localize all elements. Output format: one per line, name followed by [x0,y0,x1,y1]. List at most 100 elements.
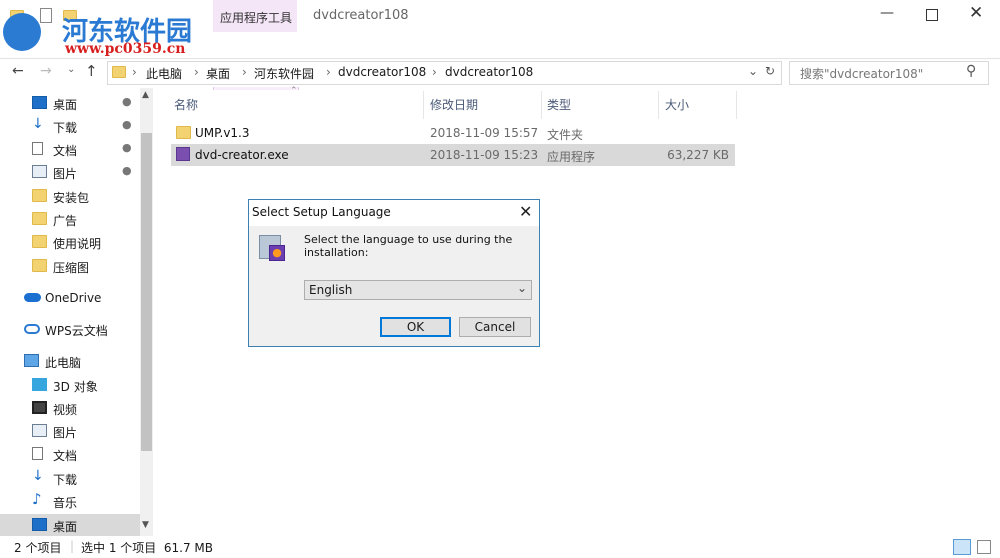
ok-button[interactable]: OK [380,317,451,337]
close-icon[interactable]: ✕ [519,202,532,221]
language-select[interactable]: English ⌄ [304,280,532,300]
chevron-right-icon: › [132,65,137,79]
file-type: 应用程序 [547,150,596,164]
nav-item-label: 图片 [53,426,78,440]
close-icon[interactable]: ✕ [969,3,983,23]
column-divider[interactable] [541,91,542,119]
file-date: 2018-11-09 15:57 [430,126,539,140]
watermark-site-url: www.pc0359.cn [65,41,186,57]
nav-item-label: 桌面 [53,520,78,534]
status-bar: 2 个项目 | 选中 1 个项目 61.7 MB [0,536,1000,558]
breadcrumb-folder-2[interactable]: dvdcreator108 [445,65,533,79]
back-icon[interactable]: ← [12,63,24,79]
folder-icon [112,66,126,78]
scroll-down-icon[interactable]: ▼ [142,520,149,530]
column-date[interactable]: 修改日期 [430,96,478,113]
column-name[interactable]: 名称 [174,96,198,113]
breadcrumb-desktop[interactable]: 桌面 [206,65,230,82]
computer-icon [24,354,39,367]
chevron-down-icon: ⌄ [517,281,528,295]
column-divider[interactable] [658,91,659,119]
search-input[interactable]: 搜索"dvdcreator108" [800,65,923,82]
address-dropdown-icon[interactable]: ⌄ [748,64,758,78]
nav-item-thispc[interactable]: 此电脑 [0,350,140,372]
recent-locations-icon[interactable]: ⌄ [67,64,75,75]
column-divider[interactable] [736,91,737,119]
pin-icon[interactable]: ● [122,141,132,154]
pin-icon[interactable]: ● [122,95,132,108]
up-icon[interactable]: ↑ [85,62,98,80]
download-icon: ↓ [32,116,44,132]
nav-item-installers[interactable]: 安装包 [0,185,140,207]
nav-item-pc-desktop[interactable]: 桌面 [0,514,140,536]
nav-item-label: 下载 [53,473,78,487]
nav-item-label: 文档 [53,449,78,463]
column-divider[interactable] [423,91,424,119]
nav-item-label: 文档 [53,144,78,158]
nav-item-label: 图片 [53,167,78,181]
nav-item-label: 此电脑 [45,356,82,370]
status-divider: | [70,539,75,553]
nav-item-videos[interactable]: 视频 [0,397,140,419]
pin-icon[interactable]: ● [122,164,132,177]
nav-item-label: 使用说明 [53,237,102,251]
file-size: 63,227 KB [667,148,729,162]
breadcrumb-site[interactable]: 河东软件园 [254,65,314,82]
nav-item-label: 广告 [53,214,78,228]
minimize-icon[interactable]: — [880,5,894,21]
column-size[interactable]: 大小 [665,96,689,113]
nav-item-music[interactable]: ♪ 音乐 [0,490,140,512]
nav-item-pictures[interactable]: 图片 ● [0,161,140,183]
cancel-button[interactable]: Cancel [459,317,531,337]
nav-scrollbar-thumb[interactable] [141,133,152,451]
nav-item-wps[interactable]: WPS云文档 [0,318,140,340]
refresh-icon[interactable]: ↻ [765,64,775,78]
search-icon[interactable]: ⚲ [966,63,976,79]
breadcrumb-thispc[interactable]: 此电脑 [146,65,182,82]
nav-item-label: 桌面 [53,98,78,112]
details-view-icon[interactable] [953,539,971,555]
address-bar[interactable]: › 此电脑 › 桌面 › 河东软件园 › dvdcreator108 › dvd… [107,61,782,85]
pictures-icon [32,424,47,437]
chevron-right-icon: › [194,65,199,79]
item-count: 2 个项目 [14,541,62,555]
nav-item-3d-objects[interactable]: 3D 对象 [0,374,140,396]
sort-ascending-icon: ⌃ [290,86,298,96]
pictures-icon [32,165,47,178]
cloud-icon [24,293,41,302]
application-icon [176,147,190,161]
nav-item-documents[interactable]: 文档 ● [0,138,140,160]
large-icons-view-icon[interactable] [977,540,991,554]
3d-objects-icon [32,378,47,391]
scroll-up-icon[interactable]: ▲ [142,90,149,100]
desktop-icon [32,96,47,109]
nav-item-compressed[interactable]: 压缩图 [0,255,140,277]
nav-item-manual[interactable]: 使用说明 [0,231,140,253]
nav-item-ads[interactable]: 广告 [0,208,140,230]
file-row[interactable]: UMP.v1.3 2018-11-09 15:57 文件夹 [171,122,735,144]
window-title: dvdcreator108 [313,8,409,23]
setup-language-dialog: Select Setup Language ✕ ● Select the lan… [248,199,540,347]
nav-item-pc-documents[interactable]: 文档 [0,443,140,465]
nav-item-label: 音乐 [53,496,78,510]
nav-item-downloads[interactable]: ↓ 下载 ● [0,115,140,137]
forward-icon[interactable]: → [40,63,52,79]
documents-icon [32,447,43,460]
pin-icon[interactable]: ● [122,118,132,131]
search-box[interactable]: 搜索"dvdcreator108" ⚲ [789,61,989,85]
nav-item-pc-downloads[interactable]: ↓ 下载 [0,467,140,489]
file-row[interactable]: dvd-creator.exe 2018-11-09 15:23 应用程序 63… [171,144,735,166]
file-name: dvd-creator.exe [195,148,289,162]
maximize-icon[interactable] [926,9,938,21]
file-name: UMP.v1.3 [195,126,250,140]
column-type[interactable]: 类型 [547,96,571,113]
watermark-logo [3,13,41,51]
watermark: 河东软件园 www.pc0359.cn [0,3,210,57]
nav-item-desktop[interactable]: 桌面 ● [0,92,140,114]
file-date: 2018-11-09 15:23 [430,148,539,162]
folder-icon [32,189,47,202]
breadcrumb-folder-1[interactable]: dvdcreator108 [338,65,426,79]
nav-item-pc-pictures[interactable]: 图片 [0,420,140,442]
music-icon: ♪ [32,490,42,508]
nav-item-onedrive[interactable]: OneDrive [0,287,140,309]
